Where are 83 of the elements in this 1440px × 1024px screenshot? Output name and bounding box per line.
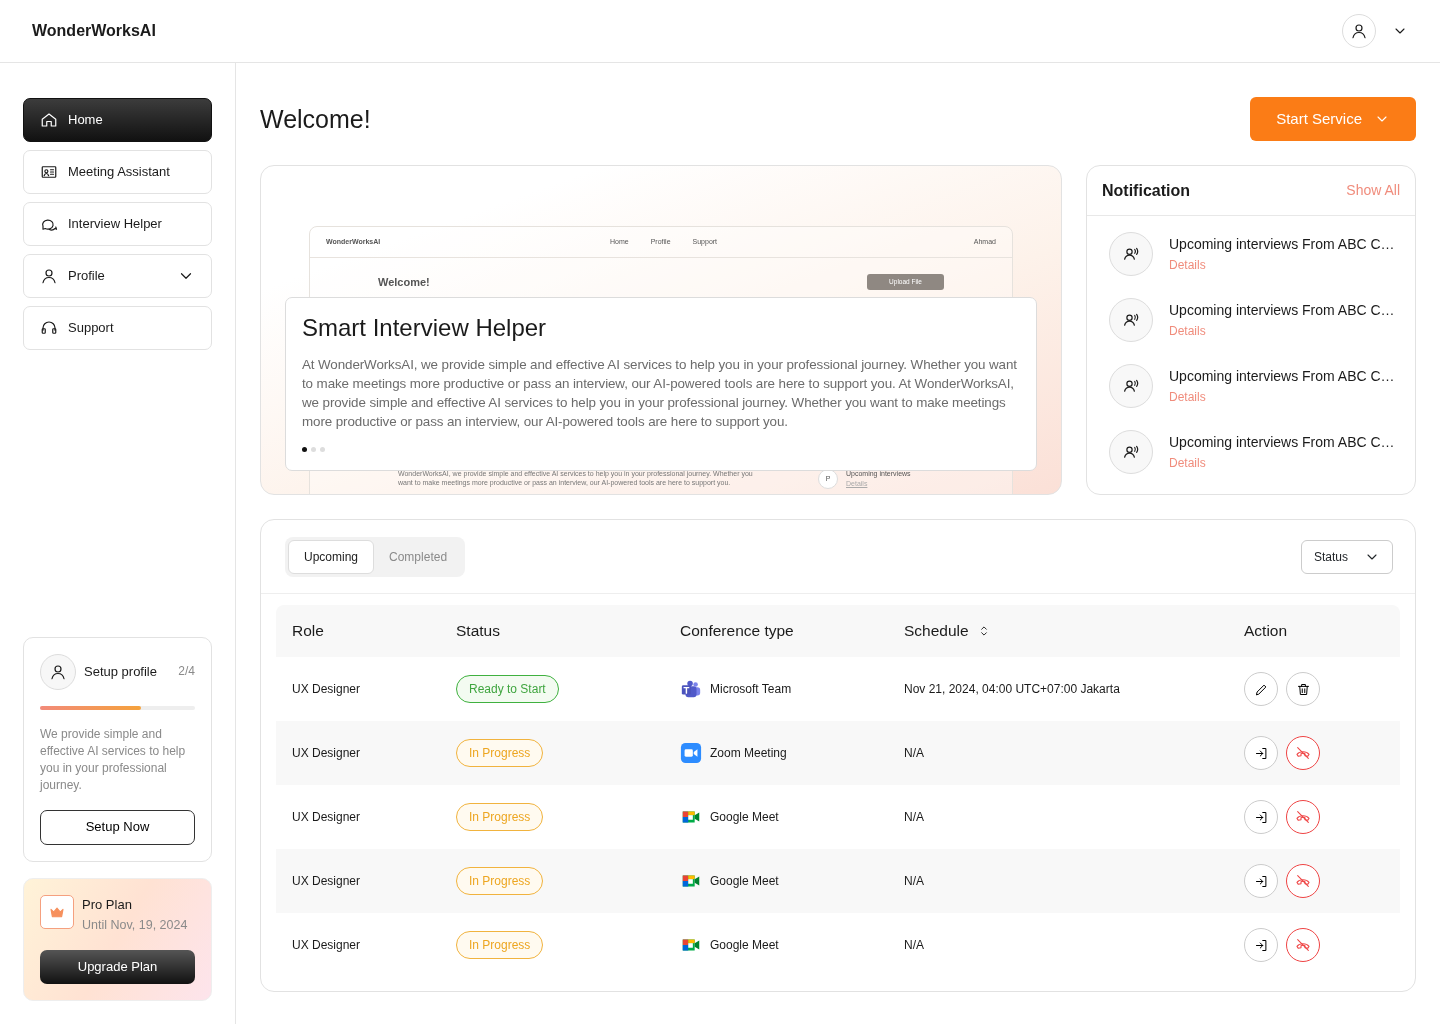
setup-button[interactable]: Setup Now: [40, 809, 195, 845]
upgrade-button[interactable]: Upgrade Plan: [40, 950, 195, 984]
setup-title: Setup profile: [84, 662, 158, 681]
join-button[interactable]: [1244, 864, 1278, 898]
carousel-dot[interactable]: [302, 446, 307, 452]
hang-up-button[interactable]: [1286, 800, 1320, 834]
sidebar-item[interactable]: Meeting Assistant: [23, 150, 212, 194]
feature-description: At WonderWorksAI, we provide simple and effective AI services to help you in your professional journey. Whether you want to make meetings more productive or pass an interview, our AI-powered tools are here to support you. At WonderWorksAI, we provide simple and effective AI services to help you in your professional journey. Whether you want to make meetings more productive or pass an interview, our AI-powered tools are here to support you.: [302, 355, 1018, 431]
sidebar-item[interactable]: Interview Helper: [23, 202, 212, 246]
page-title: Welcome!: [260, 104, 371, 134]
phone-off-icon: [1295, 937, 1311, 953]
plan-title: Pro Plan: [82, 895, 133, 914]
status-badge: In Progress: [456, 867, 544, 895]
phone-off-icon: [1295, 873, 1311, 889]
panel-title: Notification: [1102, 180, 1190, 201]
trash-icon: [1295, 681, 1311, 697]
feature-title: Smart Interview Helper: [302, 314, 548, 343]
conference-name: Google Meet: [710, 809, 779, 826]
join-button[interactable]: [1244, 736, 1278, 770]
interview-icon: [1122, 311, 1140, 329]
sidebar-item[interactable]: Profile: [23, 254, 212, 298]
carousel-dot[interactable]: [311, 446, 316, 452]
user-icon: [49, 662, 67, 681]
notification-text: Upcoming interviews From ABC C…: [1169, 432, 1395, 452]
status-badge: In Progress: [456, 739, 544, 767]
enter-icon: [1253, 873, 1269, 889]
status-filter[interactable]: Status: [1300, 540, 1393, 574]
meeting-icon: [40, 163, 58, 181]
schedule-cell-text: N/A: [904, 937, 925, 954]
join-button[interactable]: [1244, 800, 1278, 834]
sidebar-item[interactable]: Home: [23, 98, 212, 142]
notification-text: Upcoming interviews From ABC C…: [1169, 366, 1395, 386]
headset-icon: [40, 319, 58, 337]
enter-icon: [1253, 937, 1269, 953]
role-cell-text: UX Designer: [292, 873, 362, 890]
conference-name: Google Meet: [710, 937, 779, 954]
role-cell-text: UX Designer: [292, 937, 362, 954]
schedule-cell-text: N/A: [904, 809, 925, 826]
step-count: 2/4: [178, 663, 195, 680]
conference-name: Zoom Meeting: [710, 745, 787, 762]
column-header: Status: [456, 621, 501, 642]
enter-icon: [1253, 809, 1269, 825]
carousel-dot[interactable]: [320, 446, 325, 452]
column-header: Role: [292, 621, 325, 642]
user-avatar[interactable]: [1342, 14, 1376, 48]
plan-expiry: Until Nov, 19, 2024: [82, 917, 188, 934]
conference-name: Microsoft Team: [710, 681, 792, 698]
phone-off-icon: [1295, 745, 1311, 761]
logo-text: WonderWorksAI: [32, 21, 156, 41]
phone-off-icon: [1295, 809, 1311, 825]
conference-name: Google Meet: [710, 873, 779, 890]
tab[interactable]: Upcoming: [288, 540, 375, 574]
video-camera-logo-icon: [680, 742, 702, 764]
join-button[interactable]: [1244, 928, 1278, 962]
setup-description: We provide simple and effective AI services to help you in your professional journey.: [40, 725, 187, 794]
schedule-cell-text: N/A: [904, 873, 925, 890]
interview-icon: [1122, 443, 1140, 461]
interview-icon: [1122, 377, 1140, 395]
notification-text: Upcoming interviews From ABC C…: [1169, 234, 1395, 254]
sidebar-item[interactable]: Support: [23, 306, 212, 350]
status-badge: Ready to Start: [456, 675, 559, 703]
role-cell-text: UX Designer: [292, 809, 362, 826]
interview-icon: [1122, 245, 1140, 263]
schedule-cell-text: Nov 21, 2024, 04:00 UTC+07:00 Jakarta: [904, 681, 1121, 698]
preview-title: Welcome!: [378, 275, 430, 290]
delete-button[interactable]: [1286, 672, 1320, 706]
status-badge: In Progress: [456, 803, 544, 831]
hang-up-button[interactable]: [1286, 736, 1320, 770]
role-cell-text: UX Designer: [292, 745, 362, 762]
teams-logo-icon: [680, 678, 702, 700]
role-cell-text: UX Designer: [292, 681, 362, 698]
schedule-cell-text: N/A: [904, 745, 925, 762]
status-badge: In Progress: [456, 931, 544, 959]
enter-icon: [1253, 745, 1269, 761]
user-icon: [40, 267, 58, 285]
hang-up-button[interactable]: [1286, 864, 1320, 898]
home-icon: [40, 111, 58, 129]
notification-text: Upcoming interviews From ABC C…: [1169, 300, 1395, 320]
column-header: Schedule: [904, 621, 969, 642]
column-header: Action: [1244, 621, 1289, 642]
hang-up-button[interactable]: [1286, 928, 1320, 962]
user-icon: [1350, 22, 1368, 40]
column-header: Conference type: [680, 621, 795, 642]
